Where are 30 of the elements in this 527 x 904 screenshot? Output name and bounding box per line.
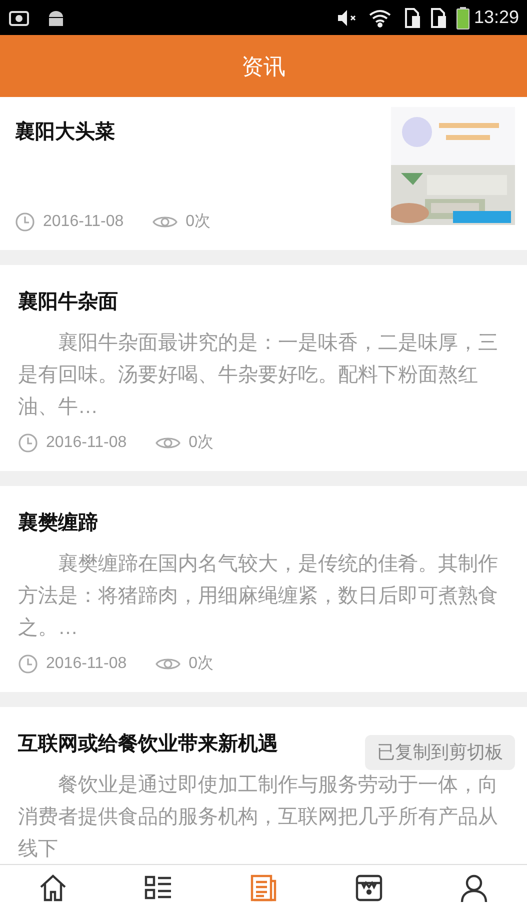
status-time: 13:29 <box>474 6 519 29</box>
date-text: 2016-11-08 <box>46 433 127 453</box>
view-count: 0次 <box>188 433 214 453</box>
toast: 已复制到剪切板 <box>365 735 515 770</box>
news-card[interactable]: 襄阳大头菜 2016-11-08 0次 <box>0 97 527 250</box>
sim-icon <box>404 6 422 28</box>
news-summary: 襄樊缠蹄在国内名气较大，是传统的佳肴。其制作方法是：将猪蹄肉，用细麻绳缠紧，数日后即可煮熟食之。… <box>18 552 499 641</box>
view-count: 0次 <box>186 212 211 232</box>
news-title: 襄阳大头菜 <box>15 120 116 145</box>
news-title: 襄樊缠蹄 <box>18 510 98 536</box>
date-text: 2016-11-08 <box>43 212 124 232</box>
document-icon <box>248 873 278 903</box>
news-card[interactable]: 襄樊缠蹄 襄樊缠蹄在国内名气较大，是传统的佳肴。其制作方法是：将猪蹄肉，用细麻绳缠紧，数日后即可煮熟食之。… 2016-11-08 0次 <box>0 486 527 692</box>
news-card[interactable]: 襄阳牛杂面 襄阳牛杂面最讲究的是：一是味香，二是味厚，三是有回味。汤要好喝、牛杂要好吃。配料下粉面熬红油、牛… 2016-11-08 0次 <box>0 265 527 471</box>
wifi-icon <box>368 8 392 28</box>
clock-icon <box>18 433 38 453</box>
home-icon <box>38 873 68 903</box>
page-title: 资讯 <box>242 52 286 80</box>
news-title: 襄阳牛杂面 <box>18 290 118 315</box>
clock-icon <box>15 212 35 232</box>
news-summary: 餐饮业是通过即使加工制作与服务劳动于一体，向消费者提供食品的服务机构，互联网把几乎所有产品从线下 <box>18 773 499 862</box>
sim-icon <box>430 6 448 28</box>
view-count: 0次 <box>188 654 214 674</box>
news-title: 互联网或给餐饮业带来新机遇 <box>18 732 278 757</box>
battery-icon <box>456 6 470 30</box>
store-icon <box>354 873 384 903</box>
clock-icon <box>18 654 38 674</box>
user-icon <box>459 873 490 903</box>
news-summary: 襄阳牛杂面最讲究的是：一是味香，二是味厚，三是有回味。汤要好喝、牛杂要好吃。配料下粉面熬红油、牛… <box>18 331 499 420</box>
date-text: 2016-11-08 <box>46 654 127 674</box>
